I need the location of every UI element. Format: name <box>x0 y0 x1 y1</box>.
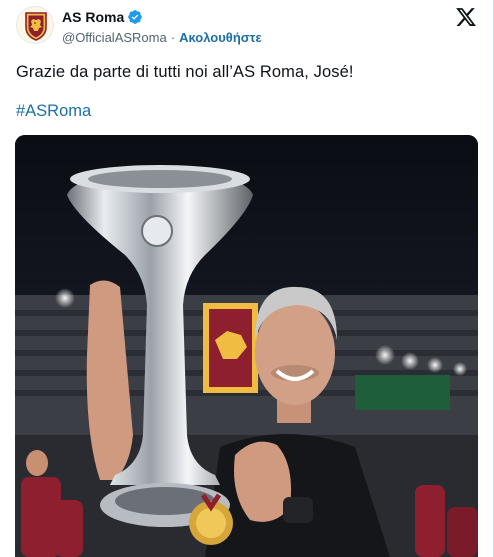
tweet-text: Grazie da parte di tutti noi all’AS Roma… <box>16 63 354 81</box>
follow-link[interactable]: Ακολουθήστε <box>179 30 262 45</box>
hashtag-link[interactable]: #ASRoma <box>16 102 91 121</box>
handle-row: @OfficialASRoma · Ακολουθήστε <box>62 29 262 45</box>
separator-dot: · <box>170 29 176 45</box>
photo-trophy-celebration <box>15 135 478 557</box>
verified-badge-icon <box>128 10 143 24</box>
display-name[interactable]: AS Roma <box>62 9 124 25</box>
account-handle[interactable]: @OfficialASRoma <box>62 30 167 45</box>
tweet-photo[interactable] <box>15 135 478 557</box>
name-row: AS Roma <box>62 8 143 26</box>
avatar[interactable] <box>16 6 54 44</box>
as-roma-crest-icon <box>17 7 53 43</box>
tweet-card: AS Roma @OfficialASRoma · Ακολουθήστε Gr… <box>0 0 494 557</box>
x-logo-icon[interactable] <box>455 6 477 28</box>
